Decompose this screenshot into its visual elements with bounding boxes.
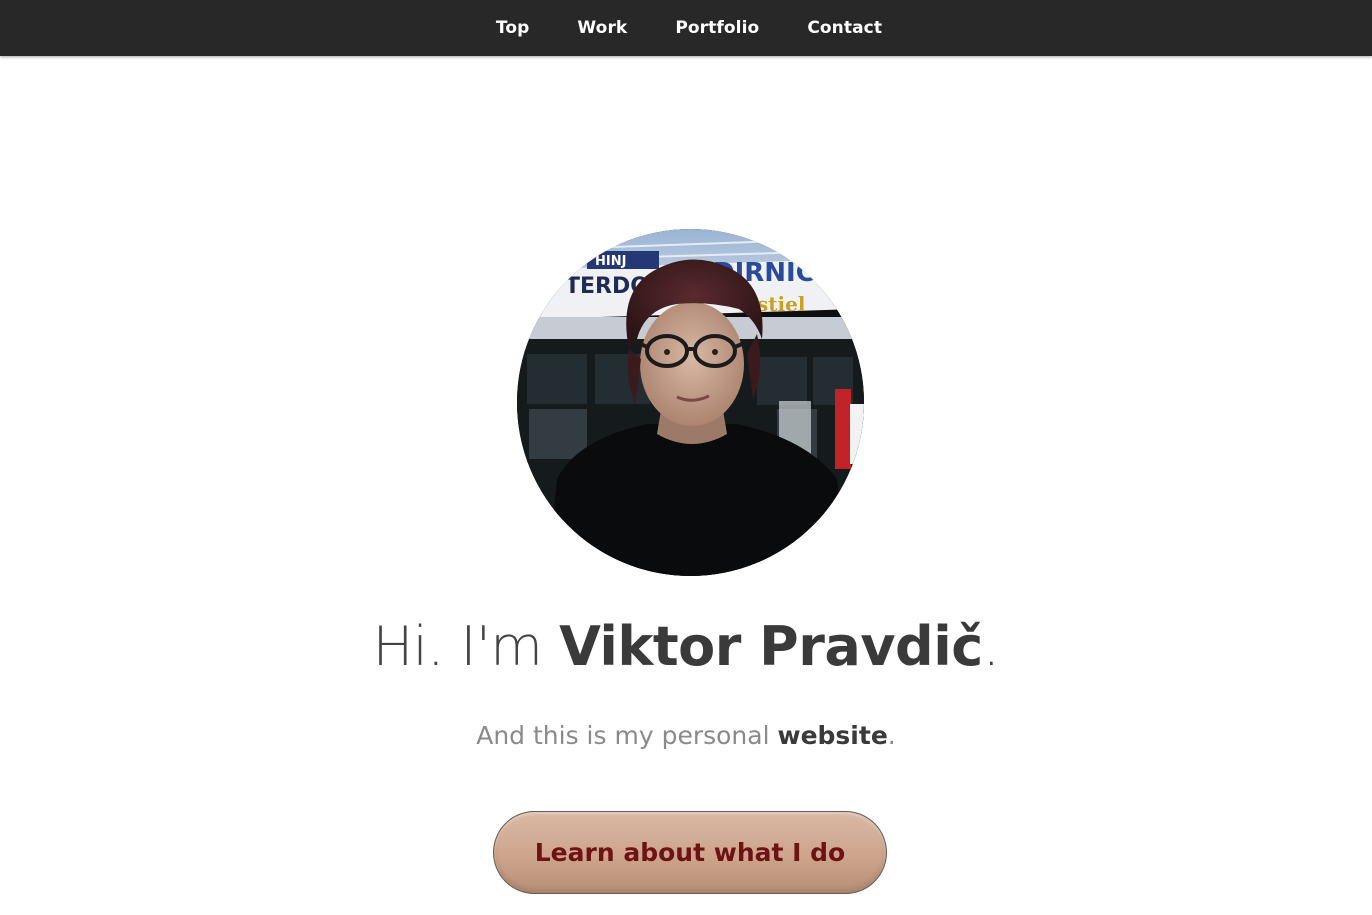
profile-photo-avatar: HINJ TERDO DIRNIC stiel (517, 229, 864, 576)
nav-list: Top Work Portfolio Contact (472, 0, 906, 56)
headline-name: Viktor Pravdič (559, 615, 983, 678)
top-navbar: Top Work Portfolio Contact (0, 0, 1372, 56)
subline-text: And this is my personal (476, 721, 778, 750)
subline-emphasis: website (777, 721, 888, 750)
nav-link-portfolio[interactable]: Portfolio (651, 0, 783, 56)
hero-section: HINJ TERDO DIRNIC stiel Hi. I'm Viktor P… (0, 56, 1372, 915)
hero-subline: And this is my personal website. (0, 716, 1372, 756)
profile-photo-icon: HINJ TERDO DIRNIC stiel (517, 229, 864, 576)
nav-link-work[interactable]: Work (553, 0, 651, 56)
headline-period: . (982, 615, 1000, 678)
nav-link-contact[interactable]: Contact (783, 0, 906, 56)
sign-text-left-small: HINJ (595, 254, 626, 269)
headline-greeting: Hi. I'm (372, 615, 560, 678)
hero-headline: Hi. I'm Viktor Pravdič. (0, 612, 1372, 682)
nav-link-top[interactable]: Top (472, 0, 554, 56)
sign-text-right-small: stiel (757, 292, 806, 316)
learn-more-button[interactable]: Learn about what I do (493, 811, 887, 894)
subline-period: . (887, 721, 896, 750)
